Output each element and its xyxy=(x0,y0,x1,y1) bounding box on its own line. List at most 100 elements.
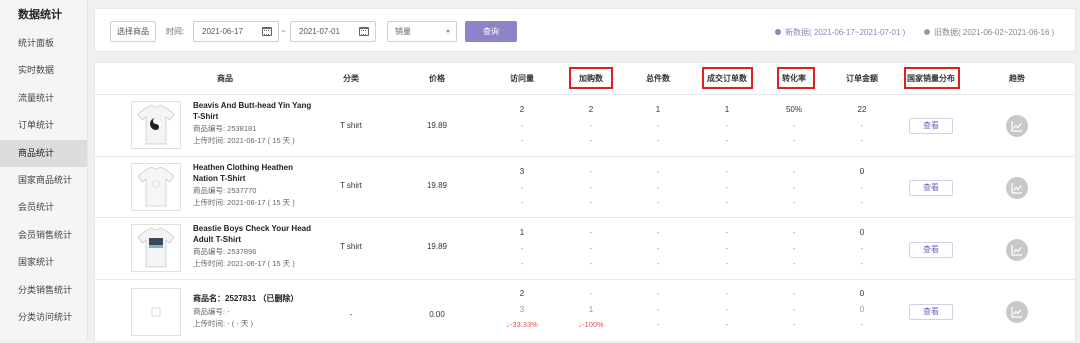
view-country-dist-button[interactable]: 查看 xyxy=(909,304,953,320)
sidebar-item-products[interactable]: 商品统计 xyxy=(0,139,87,167)
product-thumbnail[interactable] xyxy=(131,224,181,272)
cell-value: - xyxy=(860,320,864,329)
cell-visits: 3 - - xyxy=(492,164,552,211)
trend-chart-icon xyxy=(1011,307,1022,318)
product-name[interactable]: Beastie Boys Check Your Head Adult T-Shi… xyxy=(193,223,311,245)
select-product-button[interactable]: 选择商品 xyxy=(110,21,156,42)
cell-value: - xyxy=(520,198,524,207)
product-thumbnail[interactable] xyxy=(131,288,181,336)
cell-value: - xyxy=(589,182,593,192)
product-code: 商品编号: 2537896 xyxy=(193,247,257,256)
cell-value: - xyxy=(725,304,729,314)
cell-value: 22 xyxy=(857,105,867,114)
cell-value: - xyxy=(725,259,729,268)
product-name-line: Adult T-Shirt xyxy=(193,235,241,244)
trend-button[interactable] xyxy=(1006,115,1028,137)
cell-value: - xyxy=(792,198,796,207)
cell-value: - xyxy=(792,167,796,176)
cell-value: - xyxy=(589,136,593,145)
sidebar-item-category-visits[interactable]: 分类访问统计 xyxy=(0,304,87,331)
product-thumbnail[interactable] xyxy=(131,163,181,211)
trend-button[interactable] xyxy=(1006,239,1028,261)
product-stats-table: 商品 分类 价格 访问量 加购数 总件数 成交订单数 转化率 订单金额 国家销量… xyxy=(94,62,1077,342)
cell-conversion: - - - xyxy=(764,286,824,333)
cell-value: - xyxy=(860,198,864,207)
cell-value: 1 xyxy=(588,304,594,314)
cell-value: - xyxy=(860,120,864,130)
product-name[interactable]: Heathen Clothing Heathen Nation T-Shirt xyxy=(193,162,293,184)
cell-value: - xyxy=(589,259,593,268)
legend-new-data: 新数据( 2021-06-17~2021-07-01 ) xyxy=(775,28,905,37)
cell-value: - xyxy=(725,289,729,298)
query-button[interactable]: 查询 xyxy=(465,21,517,42)
cell-value: - xyxy=(792,243,796,253)
sidebar-item-dashboard[interactable]: 统计面板 xyxy=(0,30,87,57)
cell-conversion: 50% - - xyxy=(764,102,824,149)
cell-value: - xyxy=(656,136,660,145)
sidebar: 数据统计 统计面板 实时数据 流量统计 订单统计 商品统计 国家商品统计 会员统… xyxy=(0,0,88,340)
sidebar-item-members[interactable]: 会员统计 xyxy=(0,194,87,221)
sidebar-item-category-sales[interactable]: 分类销售统计 xyxy=(0,277,87,304)
cell-value: - xyxy=(792,136,796,145)
cell-conversion: - - - xyxy=(764,225,824,272)
legend-old-label: 旧数据( 2021-06-02~2021-06-16 ) xyxy=(934,28,1055,37)
cell-value: - xyxy=(520,243,524,253)
trend-button[interactable] xyxy=(1006,301,1028,323)
calendar-icon[interactable] xyxy=(359,27,369,36)
trend-chart-icon xyxy=(1011,245,1022,256)
tshirt-image xyxy=(137,227,175,268)
cell-change-down: ↓-33.33% xyxy=(506,320,538,329)
calendar-icon[interactable] xyxy=(262,27,272,36)
product-upload-time: 上传时间: - ( - 天 ) xyxy=(193,319,253,328)
time-label: 时间: xyxy=(166,27,185,36)
product-upload-time: 上传时间: 2021-06-17 ( 15 天 ) xyxy=(193,198,295,207)
cell-change-down: ↓-100% xyxy=(578,320,604,329)
trend-button[interactable] xyxy=(1006,177,1028,199)
sidebar-item-traffic[interactable]: 流量统计 xyxy=(0,85,87,112)
sidebar-item-country-products[interactable]: 国家商品统计 xyxy=(0,167,87,194)
cell-value: - xyxy=(725,182,729,192)
sort-select-value: 销量 xyxy=(395,27,411,36)
cell-price: 0.00 xyxy=(429,310,445,319)
cell-pieces: 1 - - xyxy=(628,102,688,149)
product-name[interactable]: Beavis And Butt-head Yin Yang T-Shirt xyxy=(193,100,311,122)
cell-value: 1 xyxy=(724,105,730,114)
cell-value: - xyxy=(725,243,729,253)
cell-value: 3 xyxy=(519,304,525,314)
sidebar-item-orders[interactable]: 订单统计 xyxy=(0,112,87,139)
cell-orders: 1 - - xyxy=(697,102,757,149)
sidebar-item-realtime[interactable]: 实时数据 xyxy=(0,57,87,84)
sidebar-item-countries[interactable]: 国家统计 xyxy=(0,249,87,276)
cell-value: - xyxy=(589,167,593,176)
cell-visits: 1 - - xyxy=(492,225,552,272)
header-category: 分类 xyxy=(343,74,359,83)
cell-amount: 0 - - xyxy=(832,164,892,211)
view-country-dist-button[interactable]: 查看 xyxy=(909,180,953,196)
cell-category: T shirt xyxy=(339,242,363,251)
cell-pieces: - - - xyxy=(628,225,688,272)
product-name[interactable]: 商品名：2527831 （已删除） xyxy=(193,293,298,304)
product-thumbnail[interactable] xyxy=(131,101,181,149)
cell-category: T shirt xyxy=(339,121,363,130)
cell-value: - xyxy=(860,259,864,268)
legend-dot-icon xyxy=(775,29,781,35)
trend-chart-icon xyxy=(1011,183,1022,194)
sort-select[interactable]: 销量 xyxy=(387,21,457,42)
product-name-line: T-Shirt xyxy=(193,112,219,121)
start-date-input[interactable]: 2021-06-17 xyxy=(193,21,279,42)
cell-value: - xyxy=(656,198,660,207)
cell-orders: - - - xyxy=(697,164,757,211)
product-upload-time: 上传时间: 2021-06-17 ( 15 天 ) xyxy=(193,259,295,268)
cell-value: 0 xyxy=(859,228,865,237)
cell-cart: 2 - - xyxy=(561,102,621,149)
end-date-input[interactable]: 2021-07-01 xyxy=(290,21,376,42)
sidebar-item-member-sales[interactable]: 会员销售统计 xyxy=(0,222,87,249)
view-country-dist-button[interactable]: 查看 xyxy=(909,118,953,134)
cell-value: 0 xyxy=(859,167,865,176)
legend-dot-icon xyxy=(924,29,930,35)
cell-price: 19.89 xyxy=(426,181,448,190)
view-country-dist-button[interactable]: 查看 xyxy=(909,242,953,258)
product-name-line: Beavis And Butt-head Yin Yang xyxy=(193,101,312,110)
cell-value: 2 xyxy=(519,289,525,298)
cell-value: - xyxy=(589,198,593,207)
